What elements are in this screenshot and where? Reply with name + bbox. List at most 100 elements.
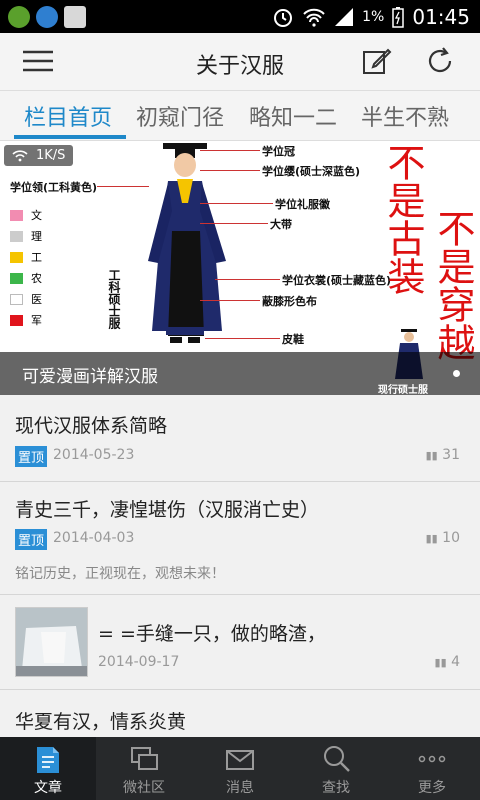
bar-chart-icon: ▮▮ [425, 532, 438, 545]
battery-icon [392, 7, 405, 28]
label-tassel: 学位缨(硕士深蓝色) [262, 165, 361, 178]
article-summary: 铭记历史，正视现在，观想未来！ [15, 566, 225, 582]
view-count: ▮▮ 4 [435, 654, 460, 670]
more-icon [418, 755, 446, 763]
article-title: 青史三千，凄惶堪伤（汉服消亡史） [15, 499, 320, 521]
apron-leader [200, 300, 260, 301]
tab-home[interactable]: 栏目首页 [24, 100, 112, 132]
legend-label: 工 [31, 251, 42, 264]
view-count-value: 10 [442, 530, 460, 546]
vertical-label: 工科硕士服 [107, 269, 121, 329]
nav-articles[interactable]: 文章 [0, 737, 96, 800]
tab-intermediate[interactable]: 半生不熟 [361, 100, 449, 132]
view-count-value: 31 [442, 447, 460, 463]
list-item[interactable]: 现代汉服体系简略 置顶 2014-05-23 ▮▮ 31 [0, 395, 480, 482]
list-item[interactable]: = =手缝一只，做的略渣， 2014-09-17 ▮▮ 4 [0, 595, 480, 690]
label-badge: 学位礼服徽 [275, 198, 330, 211]
tab-beginner[interactable]: 初窥门径 [136, 100, 224, 132]
legend-swatch [10, 251, 23, 263]
legend-swatch [10, 230, 23, 242]
legend-item: 农 [10, 270, 42, 286]
speed-value: 1K/S [36, 148, 66, 163]
nav-label: 微社区 [123, 780, 165, 796]
page-title: 关于汉服 [195, 54, 284, 79]
legend-item: 理 [10, 228, 42, 244]
edit-icon[interactable] [362, 46, 392, 76]
refresh-icon[interactable] [424, 45, 456, 77]
color-legend: 文 理 工 农 医 军 [10, 207, 42, 333]
network-speed: 1K/S [4, 145, 74, 166]
legend-swatch [10, 293, 23, 305]
legend-label: 军 [31, 314, 42, 327]
collar-leader [97, 186, 149, 187]
label-shoes: 皮鞋 [282, 333, 304, 346]
tab-basics[interactable]: 略知一二 [249, 100, 337, 132]
carousel-dot[interactable] [453, 370, 460, 377]
legend-label: 文 [31, 209, 42, 222]
app-notification-icon [8, 6, 30, 28]
label-apron: 蔽膝形色布 [262, 295, 317, 308]
status-bar: 1% 01:45 [0, 0, 480, 33]
active-tab-indicator [14, 135, 126, 139]
alarm-icon [274, 9, 293, 27]
sash-leader [200, 223, 268, 224]
shoes-leader [205, 338, 280, 339]
article-title: 华夏有汉，情系炎黄 [15, 711, 187, 733]
article-date: 2014-09-17 [98, 654, 180, 670]
community-icon [131, 747, 158, 770]
gown-leader [215, 279, 280, 280]
slogan-not-costume: 不是古装 [381, 143, 425, 295]
label-sash: 大带 [270, 218, 292, 231]
pinned-badge: 置顶 [15, 529, 48, 550]
view-count: ▮▮ 31 [426, 447, 460, 463]
legend-item: 工 [10, 249, 42, 265]
legend-swatch [10, 272, 23, 284]
cap-leader [200, 150, 260, 151]
nav-messages[interactable]: 消息 [192, 737, 288, 800]
signal-icon [335, 8, 354, 26]
bottom-navigation: 文章 微社区 消息 查找 更多 [0, 737, 480, 800]
banner-title: 可爱漫画详解汉服 [22, 367, 158, 387]
list-item[interactable]: 华夏有汉，情系炎黄 [0, 690, 480, 737]
article-date: 2014-04-03 [53, 530, 135, 546]
small-caption: 现行硕士服 [378, 385, 428, 395]
nav-search[interactable]: 查找 [288, 737, 384, 800]
list-item[interactable]: 青史三千，凄惶堪伤（汉服消亡史） 置顶 2014-04-03 ▮▮ 10 铭记历… [0, 482, 480, 595]
legend-item: 文 [10, 207, 42, 223]
collar-title: 学位领(工科黄色) [10, 181, 98, 194]
pinned-badge: 置顶 [15, 446, 48, 467]
k-notification-icon [36, 6, 58, 28]
nav-more[interactable]: 更多 [384, 737, 480, 800]
article-thumbnail [15, 607, 88, 677]
nav-label: 文章 [34, 780, 62, 796]
bar-chart-icon: ▮▮ [425, 449, 438, 462]
legend-label: 农 [31, 272, 42, 285]
article-icon [37, 747, 59, 773]
tassel-leader [200, 170, 260, 171]
legend-item: 军 [10, 312, 42, 328]
nav-label: 查找 [322, 780, 350, 796]
legend-label: 理 [31, 230, 42, 243]
legend-swatch [10, 314, 23, 326]
label-cap: 学位冠 [262, 145, 295, 158]
game-notification-icon [64, 6, 86, 28]
label-gown: 学位衣裳(硕士藏蓝色) [282, 274, 392, 287]
view-count-value: 4 [451, 654, 460, 670]
clock: 01:45 [412, 5, 470, 29]
article-title: = =手缝一只，做的略渣， [98, 623, 326, 645]
legend-swatch [10, 209, 23, 221]
featured-banner[interactable]: 1K/S 学位领(工科黄色) 文 理 工 农 医 军 学位冠 学位缨(硕士深蓝色… [0, 141, 480, 395]
nav-label: 更多 [418, 780, 446, 796]
graduate-illustration [148, 143, 226, 343]
bar-chart-icon: ▮▮ [434, 656, 447, 669]
message-icon [226, 750, 254, 770]
slogan-not-time-travel: 不是穿越 [431, 209, 475, 361]
nav-label: 消息 [226, 780, 254, 796]
nav-community[interactable]: 微社区 [96, 737, 192, 800]
wifi-icon [303, 8, 325, 27]
article-date: 2014-05-23 [53, 447, 135, 463]
app-bar: 关于汉服 [0, 33, 480, 91]
wifi-icon [12, 149, 28, 161]
category-tabs: 栏目首页 初窥门径 略知一二 半生不熟 [0, 91, 480, 141]
legend-item: 医 [10, 291, 42, 307]
